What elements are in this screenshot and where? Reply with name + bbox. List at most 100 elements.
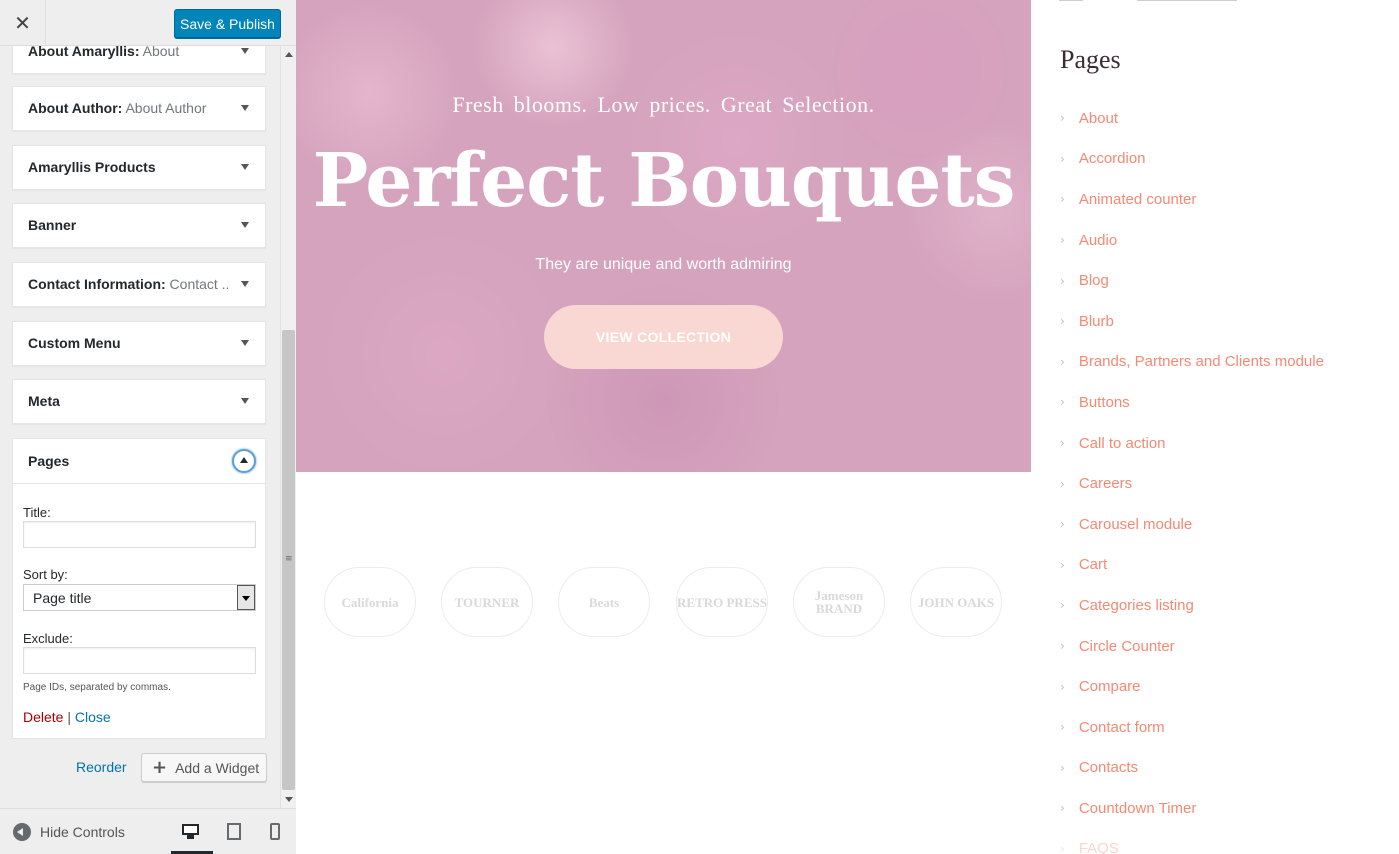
page-link[interactable]: Compare — [1079, 678, 1141, 695]
chevron-right-icon: › — [1060, 639, 1065, 654]
page-link-item[interactable]: › Careers — [1060, 463, 1324, 504]
brand-logo[interactable]: RETRO PRESS — [676, 567, 768, 637]
page-link[interactable]: Contact form — [1079, 719, 1165, 736]
page-link[interactable]: Countdown Timer — [1079, 800, 1197, 817]
chevron-right-icon: › — [1060, 760, 1065, 775]
hide-controls-button[interactable]: Hide Controls — [40, 824, 125, 840]
hero-overlay — [296, 0, 1031, 472]
hero-banner: Fresh blooms. Low prices. Great Selectio… — [296, 0, 1031, 472]
page-link-item[interactable]: › Blurb — [1060, 301, 1324, 342]
page-link-item[interactable]: › Categories listing — [1060, 585, 1324, 626]
widget-custom-menu[interactable]: Custom Menu — [12, 321, 266, 366]
widget-banner[interactable]: Banner — [12, 203, 266, 248]
close-link[interactable]: Close — [75, 709, 111, 725]
mobile-icon[interactable] — [268, 823, 288, 841]
widget-about-amaryllis[interactable]: About Amaryllis: About — [12, 46, 266, 74]
page-link[interactable]: Contacts — [1079, 759, 1138, 776]
widget-title: Banner — [28, 217, 77, 233]
page-link-item[interactable]: › Compare — [1060, 666, 1324, 707]
chevron-right-icon: › — [1060, 314, 1065, 329]
page-link-item[interactable]: › Cart — [1060, 545, 1324, 586]
page-link-item[interactable]: › Buttons — [1060, 382, 1324, 423]
title-input[interactable] — [23, 521, 256, 548]
chevron-right-icon: › — [1060, 354, 1065, 369]
brand-logo[interactable]: Jameson BRAND — [793, 567, 885, 637]
brand-logo[interactable]: JOHN OAKS — [910, 567, 1002, 637]
chevron-down-icon[interactable] — [241, 48, 249, 54]
delete-link[interactable]: Delete — [23, 709, 63, 725]
brands-section: California TOURNER Beats RETRO PRESS Jam… — [296, 472, 1031, 854]
chevron-right-icon: › — [1060, 436, 1065, 451]
widget-pages-header[interactable]: Pages — [13, 439, 265, 484]
page-link-item[interactable]: › FAQS — [1060, 829, 1324, 854]
page-link[interactable]: Categories listing — [1079, 597, 1194, 614]
save-publish-button[interactable]: Save & Publish — [174, 9, 281, 38]
tablet-icon[interactable] — [225, 823, 245, 841]
page-link-item[interactable]: › Contact form — [1060, 707, 1324, 748]
widget-contact-information[interactable]: Contact Information: Contact ... — [12, 262, 266, 307]
hero-tagline: Fresh blooms. Low prices. Great Selectio… — [452, 92, 875, 117]
sidebar-scrollbar[interactable]: ≡ — [280, 46, 296, 808]
chevron-down-icon[interactable] — [241, 222, 249, 228]
page-link[interactable]: Accordion — [1079, 150, 1146, 167]
chevron-right-icon: › — [1060, 151, 1065, 166]
close-icon[interactable]: ✕ — [0, 0, 46, 46]
add-widget-button[interactable]: + Add a Widget — [141, 753, 267, 782]
page-link-item[interactable]: › About — [1060, 98, 1324, 139]
page-link-item[interactable]: › Call to action — [1060, 423, 1324, 464]
page-link[interactable]: Circle Counter — [1079, 638, 1175, 655]
sort-by-select[interactable]: Page title — [23, 584, 256, 611]
page-link[interactable]: Brands, Partners and Clients module — [1079, 353, 1324, 370]
page-link-item[interactable]: › Brands, Partners and Clients module — [1060, 342, 1324, 383]
chevron-right-icon: › — [1060, 598, 1065, 613]
page-link[interactable]: Blurb — [1079, 313, 1114, 330]
scrollbar-thumb[interactable]: ≡ — [282, 330, 295, 790]
widget-title: Pages — [28, 453, 70, 469]
exclude-help-text: Page IDs, separated by commas. — [23, 682, 171, 693]
widgets-panel: About Amaryllis: About About Author: Abo… — [0, 46, 282, 808]
widget-amaryllis-products[interactable]: Amaryllis Products — [12, 145, 266, 190]
widget-about-author[interactable]: About Author: About Author — [12, 86, 266, 131]
scroll-down-icon[interactable] — [285, 797, 293, 802]
page-link[interactable]: Blog — [1079, 272, 1109, 289]
chevron-up-icon[interactable] — [232, 449, 256, 473]
desktop-icon[interactable] — [181, 823, 201, 841]
page-link-item[interactable]: › Animated counter — [1060, 179, 1324, 220]
page-link-item[interactable]: › Circle Counter — [1060, 626, 1324, 667]
chevron-down-icon[interactable] — [241, 164, 249, 170]
page-link[interactable]: Cart — [1079, 556, 1107, 573]
chevron-down-icon[interactable] — [241, 398, 249, 404]
dropdown-arrow-icon[interactable] — [237, 585, 255, 610]
page-link[interactable]: Carousel module — [1079, 516, 1192, 533]
page-link-item[interactable]: › Contacts — [1060, 748, 1324, 789]
page-link[interactable]: Careers — [1079, 475, 1132, 492]
page-link-item[interactable]: › Accordion — [1060, 139, 1324, 180]
scroll-up-icon[interactable] — [285, 52, 293, 57]
chevron-down-icon[interactable] — [241, 105, 249, 111]
brand-logo[interactable]: TOURNER — [441, 567, 533, 637]
page-link[interactable]: Animated counter — [1079, 191, 1197, 208]
exclude-input[interactable] — [23, 647, 256, 674]
divider — [1059, 0, 1259, 1]
page-link[interactable]: About — [1079, 110, 1118, 127]
title-label: Title: — [23, 505, 51, 520]
widget-actions: Delete | Close — [23, 709, 111, 725]
brand-logo[interactable]: Beats — [558, 567, 650, 637]
page-link-item[interactable]: › Carousel module — [1060, 504, 1324, 545]
page-link[interactable]: Audio — [1079, 232, 1117, 249]
page-link-item[interactable]: › Audio — [1060, 220, 1324, 261]
widget-meta[interactable]: Meta — [12, 379, 266, 424]
chevron-down-icon[interactable] — [241, 281, 249, 287]
widget-title: Contact Information: Contact ... — [28, 276, 228, 292]
page-link[interactable]: Buttons — [1079, 394, 1130, 411]
collapse-icon[interactable] — [13, 823, 31, 841]
page-link-item[interactable]: › Blog — [1060, 260, 1324, 301]
reorder-link[interactable]: Reorder — [76, 759, 127, 775]
page-link[interactable]: Call to action — [1079, 435, 1166, 452]
page-link[interactable]: FAQS — [1079, 840, 1119, 854]
brand-logo[interactable]: California — [324, 567, 416, 637]
page-link-item[interactable]: › Countdown Timer — [1060, 788, 1324, 829]
view-collection-button[interactable]: VIEW COLLECTION — [544, 305, 783, 369]
chevron-down-icon[interactable] — [241, 340, 249, 346]
chevron-right-icon: › — [1060, 192, 1065, 207]
